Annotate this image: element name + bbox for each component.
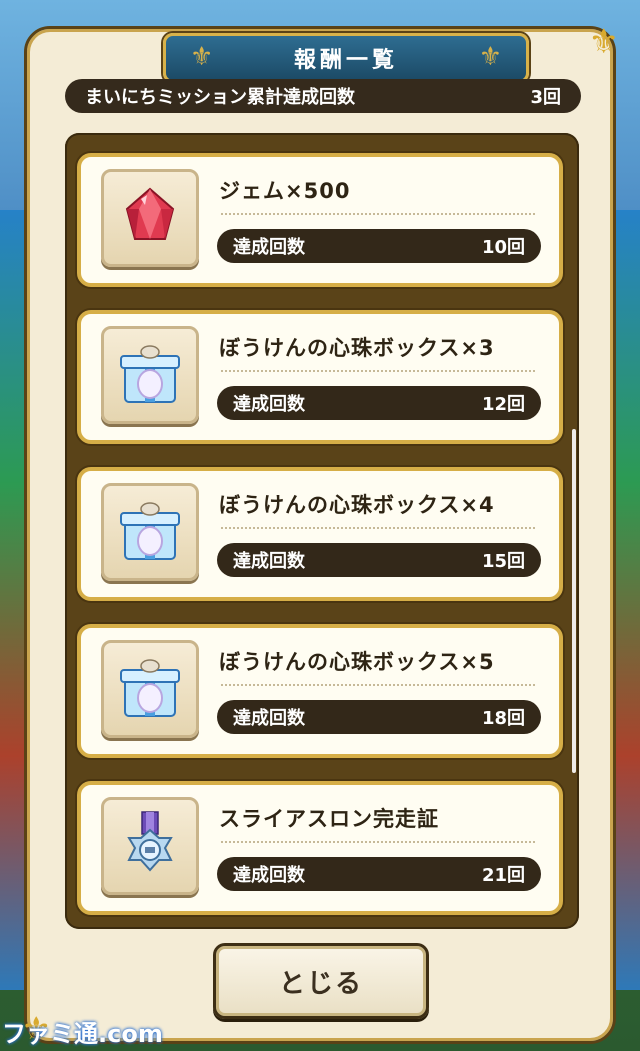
achievement-count-pill: 達成回数 21回 <box>217 857 541 891</box>
achievement-label: 達成回数 <box>233 394 305 415</box>
achievement-value: 21回 <box>481 865 525 886</box>
achievement-value: 12回 <box>481 394 525 415</box>
achievement-value: 18回 <box>481 708 525 729</box>
achievement-count-pill: 達成回数 15回 <box>217 543 541 577</box>
reward-name: スライアスロン完走証 <box>219 807 439 831</box>
divider <box>221 370 535 372</box>
reward-icon-frame <box>101 483 199 581</box>
achievement-count-pill: 達成回数 18回 <box>217 700 541 734</box>
reward-icon-frame <box>101 640 199 738</box>
reward-card: ぼうけんの心珠ボックス×3 達成回数 12回 <box>77 310 563 444</box>
reward-list[interactable]: ジェム×500 達成回数 10回 ぼうけんの心珠ボックス×3 達成回数 12回 … <box>65 133 579 929</box>
reward-icon-frame <box>101 169 199 267</box>
gift-box-icon <box>120 659 180 717</box>
medal-icon <box>127 811 173 872</box>
fleur-de-lis-icon: ⚜ <box>478 42 502 72</box>
reward-list-dialog: ⚜ ⚜ ⚜ 報酬一覧 ⚜ まいにちミッション累計達成回数 3回 ジェム×500 <box>21 22 619 1047</box>
reward-name: ぼうけんの心珠ボックス×5 <box>219 650 495 674</box>
achievement-label: 達成回数 <box>233 551 305 572</box>
reward-card: ぼうけんの心珠ボックス×5 達成回数 18回 <box>77 624 563 758</box>
achievement-value: 15回 <box>481 551 525 572</box>
gem-icon <box>125 187 175 240</box>
achievement-label: 達成回数 <box>233 708 305 729</box>
divider <box>221 841 535 843</box>
achievement-count-pill: 達成回数 10回 <box>217 229 541 263</box>
reward-name: ジェム×500 <box>219 179 351 203</box>
summary-value: 3回 <box>530 87 561 108</box>
achievement-label: 達成回数 <box>233 865 305 886</box>
reward-icon-frame <box>101 797 199 895</box>
reward-icon-frame <box>101 326 199 424</box>
close-button[interactable]: とじる <box>213 943 429 1019</box>
reward-card: ジェム×500 達成回数 10回 <box>77 153 563 287</box>
summary-label: まいにちミッション累計達成回数 <box>85 87 355 108</box>
achievement-value: 10回 <box>481 237 525 258</box>
gift-box-icon <box>120 502 180 560</box>
corner-ornament-icon: ⚜ <box>588 22 619 62</box>
divider <box>221 527 535 529</box>
fleur-de-lis-icon: ⚜ <box>190 42 214 72</box>
achievement-count-pill: 達成回数 12回 <box>217 386 541 420</box>
divider <box>221 213 535 215</box>
divider <box>221 684 535 686</box>
dialog-title: 報酬一覧 <box>293 48 398 73</box>
mission-count-summary: まいにちミッション累計達成回数 3回 <box>65 79 581 113</box>
reward-name: ぼうけんの心珠ボックス×3 <box>219 336 495 360</box>
title-banner: ⚜ 報酬一覧 ⚜ <box>163 33 529 83</box>
achievement-label: 達成回数 <box>233 237 305 258</box>
reward-card: スライアスロン完走証 達成回数 21回 <box>77 781 563 915</box>
reward-name: ぼうけんの心珠ボックス×4 <box>219 493 495 517</box>
scrollbar[interactable] <box>572 429 576 773</box>
gift-box-icon <box>120 345 180 403</box>
reward-card: ぼうけんの心珠ボックス×4 達成回数 15回 <box>77 467 563 601</box>
watermark-logo: ファミ通.com <box>2 1020 163 1048</box>
